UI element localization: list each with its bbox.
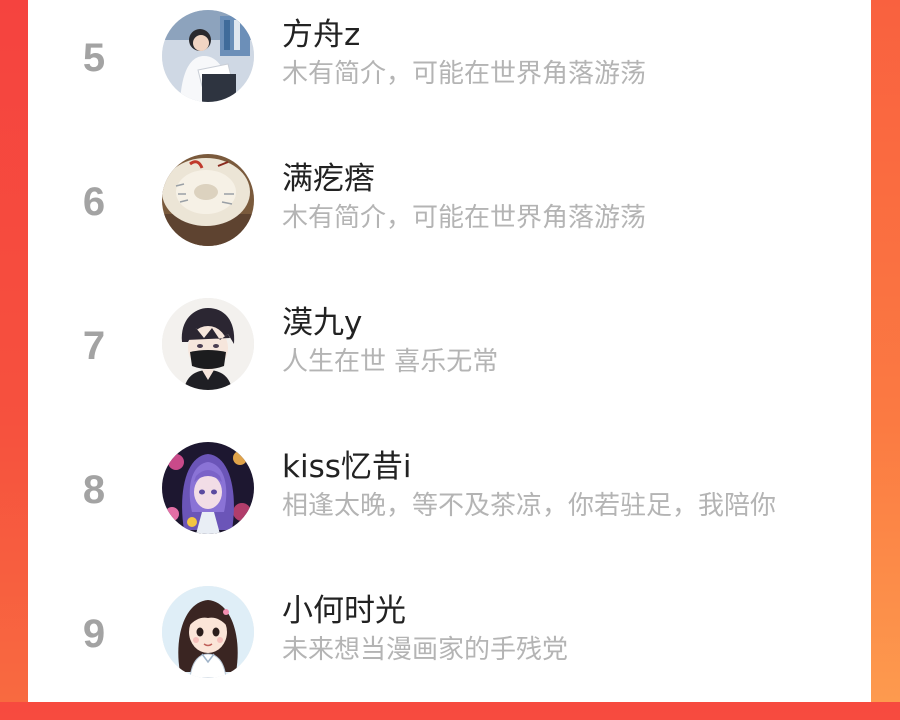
ranking-list-item[interactable]: 8 kiss忆昔i 相逢太晚，等不及茶凉，你若驻足，我陪你 <box>28 432 871 576</box>
user-bio: 人生在世 喜乐无常 <box>282 347 499 377</box>
ranking-list-item[interactable]: 7 漠九y 人生在世 喜乐无常 <box>28 288 871 432</box>
avatar-cartoon-girl-image[interactable] <box>162 586 254 678</box>
user-name[interactable]: 满疙瘩 <box>282 159 375 199</box>
user-name[interactable]: kiss忆昔i <box>282 447 411 487</box>
ranking-list-item[interactable]: 6 满疙瘩 木有简介，可能在世界角落游荡 <box>28 144 871 288</box>
user-bio: 木有简介，可能在世界角落游荡 <box>282 203 647 233</box>
rank-number: 9 <box>82 612 106 656</box>
user-bio: 未来想当漫画家的手残党 <box>282 635 569 665</box>
user-name[interactable]: 小何时光 <box>282 591 406 631</box>
rank-number: 7 <box>82 324 106 368</box>
avatar-boy-reading-image[interactable] <box>162 10 254 102</box>
avatar-porcelain-plate-image[interactable] <box>162 154 254 246</box>
right-background-strip <box>871 0 900 702</box>
user-bio: 木有简介，可能在世界角落游荡 <box>282 59 647 89</box>
ranking-list-item[interactable]: 9 小何时光 未来想当漫画家的手残党 <box>28 576 871 720</box>
rank-number: 8 <box>82 468 106 512</box>
user-bio: 相逢太晚，等不及茶凉，你若驻足，我陪你 <box>282 491 777 521</box>
rank-number: 5 <box>82 36 106 80</box>
left-background-strip <box>0 0 28 702</box>
ranking-list-item[interactable]: 5 方舟z 木有简介，可能在世界角落游荡 <box>28 0 871 144</box>
avatar-purple-hair-girl-image[interactable] <box>162 442 254 534</box>
ranking-list: 5 方舟z 木有简介，可能在世界角落游荡 6 满疙瘩 木有简介，可能在世界角落游… <box>28 0 871 702</box>
user-name[interactable]: 方舟z <box>282 15 360 55</box>
user-name[interactable]: 漠九y <box>282 303 362 343</box>
avatar-masked-boy-image[interactable] <box>162 298 254 390</box>
rank-number: 6 <box>82 180 106 224</box>
